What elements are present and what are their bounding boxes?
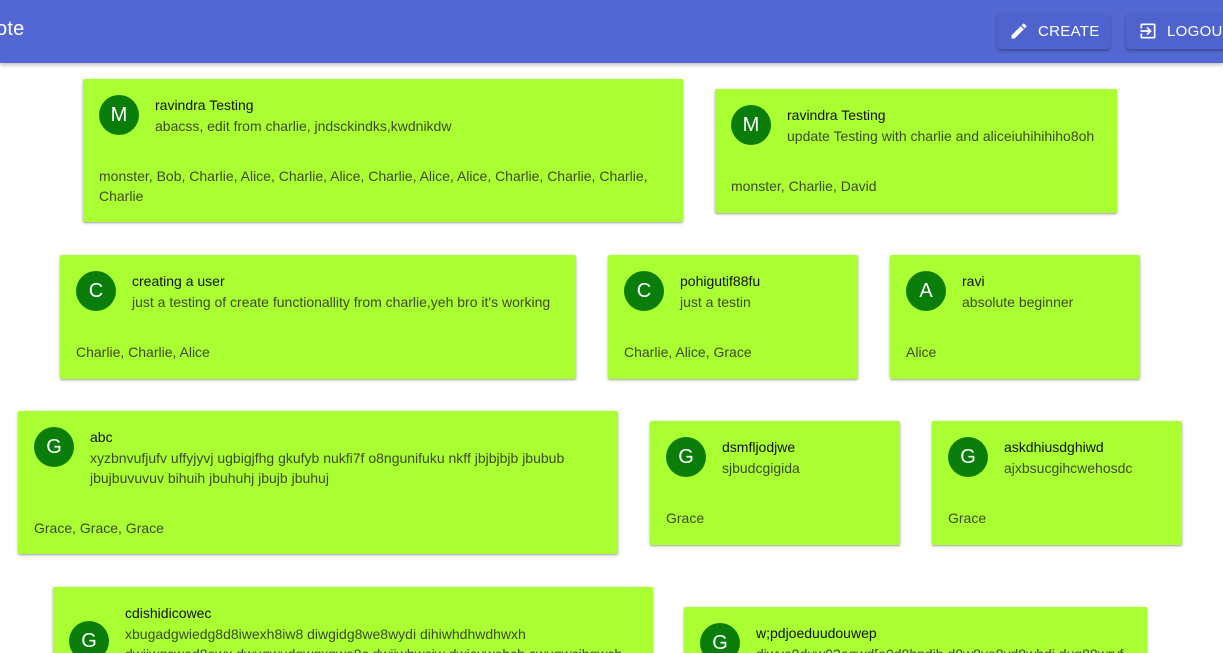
avatar: C	[624, 271, 664, 311]
note-content: xyzbnvufjufv uffyjyvj ugbigjfhg gkufyb n…	[90, 450, 565, 486]
note-content: sjbudcgigida	[722, 460, 800, 476]
avatar: G	[34, 427, 74, 467]
avatar: M	[731, 105, 771, 145]
app-title: ote	[0, 18, 25, 40]
note-content: just a testin	[680, 294, 751, 310]
logout-button[interactable]: LOGOUT	[1126, 13, 1223, 49]
note-title: pohigutif88fu	[680, 273, 761, 289]
note-card[interactable]: G dsmfljodjwe sjbudcgigida Grace	[650, 421, 900, 545]
note-title: askdhiusdghiwd	[1004, 439, 1104, 455]
note-collaborators: Alice	[906, 344, 937, 360]
note-title: dsmfljodjwe	[722, 439, 796, 455]
note-card[interactable]: G w;pdjoeduudouwep diwye9duw02eqwd[e0d8h…	[684, 607, 1147, 653]
note-card[interactable]: M ravindra Testing update Testing with c…	[715, 89, 1117, 213]
note-collaborators: Charlie, Charlie, Alice	[76, 344, 210, 360]
note-card[interactable]: C creating a user just a testing of crea…	[60, 255, 576, 379]
note-content: abacss, edit from charlie, jndsckindks,k…	[155, 118, 452, 134]
note-content: absolute beginner	[962, 294, 1074, 310]
avatar: G	[700, 623, 740, 653]
note-content: diwye9duw02eqwd[e0d8hpdih d8w8ye8yd8whdi…	[756, 644, 1143, 653]
avatar: C	[76, 271, 116, 311]
create-button-label: CREATE	[1038, 22, 1100, 40]
note-content: just a testing of create functionallity …	[132, 294, 551, 310]
note-title: creating a user	[132, 273, 225, 289]
note-title: ravi	[962, 273, 985, 289]
logout-icon	[1140, 23, 1156, 39]
avatar: G	[69, 621, 109, 653]
note-content: update Testing with charlie and aliceiuh…	[787, 128, 1095, 144]
note-card[interactable]: G askdhiusdghiwd ajxbsucgihcwehosdc Grac…	[932, 421, 1182, 545]
note-collaborators: Grace	[948, 510, 987, 526]
note-collaborators: monster, Bob, Charlie, Alice, Charlie, A…	[99, 168, 648, 204]
note-title: abc	[90, 429, 113, 445]
logout-button-label: LOGOUT	[1167, 22, 1223, 40]
note-content: xbugadgwiedg8d8iwexh8iw8 diwgidg8we8wydi…	[125, 626, 622, 653]
note-collaborators: Grace, Grace, Grace	[34, 520, 164, 536]
note-content: ajxbsucgihcwehosdc	[1004, 460, 1133, 476]
avatar: G	[666, 437, 706, 477]
note-title: ravindra Testing	[787, 107, 886, 123]
note-title: w;pdjoeduudouwep	[756, 625, 877, 641]
note-collaborators: Charlie, Alice, Grace	[624, 344, 752, 360]
create-button[interactable]: CREATE	[997, 13, 1110, 49]
note-collaborators: monster, Charlie, David	[731, 178, 877, 194]
avatar: M	[99, 95, 139, 135]
note-title: cdishidicowec	[125, 605, 212, 621]
avatar: A	[906, 271, 946, 311]
note-collaborators: Grace	[666, 510, 705, 526]
note-card[interactable]: A ravi absolute beginner Alice	[890, 255, 1140, 379]
note-card[interactable]: G cdishidicowec xbugadgwiedg8d8iwexh8iw8…	[53, 587, 653, 653]
note-card[interactable]: M ravindra Testing abacss, edit from cha…	[83, 79, 683, 222]
note-card[interactable]: G abc xyzbnvufjufv uffyjyvj ugbigjfhg gk…	[18, 411, 618, 554]
note-title: ravindra Testing	[155, 97, 254, 113]
note-card[interactable]: C pohigutif88fu just a testin Charlie, A…	[608, 255, 858, 379]
avatar: G	[948, 437, 988, 477]
pencil-icon	[1011, 23, 1027, 39]
app-bar: ote CREATE LOGOUT	[0, 0, 1223, 63]
